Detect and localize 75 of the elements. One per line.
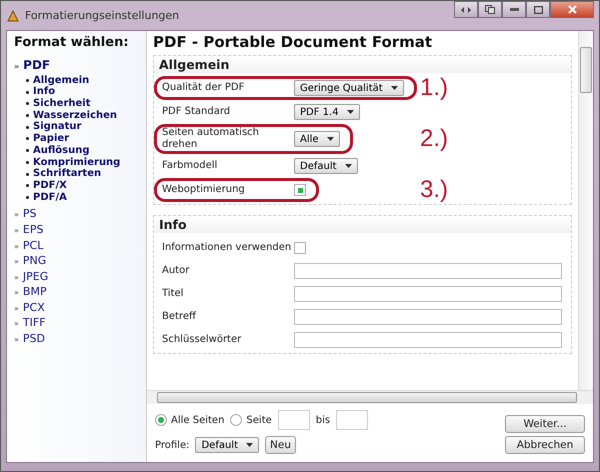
section-link[interactable]: Wasserzeichen: [26, 110, 146, 122]
dropdown[interactable]: Alle: [294, 131, 340, 147]
dropdown[interactable]: Geringe Qualität: [294, 80, 404, 96]
section-link[interactable]: Papier: [26, 133, 146, 145]
horizontal-scrollbar[interactable]: [147, 390, 593, 404]
maximize-button[interactable]: [526, 1, 550, 18]
format-link[interactable]: » PCL: [14, 238, 146, 254]
page-radio[interactable]: Alle Seiten: [155, 414, 224, 426]
setting-label: PDF Standard: [162, 106, 232, 118]
format-title: PDF - Portable Document Format: [153, 33, 434, 51]
format-link[interactable]: » PSD: [14, 332, 146, 348]
minimize-button[interactable]: [502, 1, 526, 18]
section-link[interactable]: PDF/X: [26, 180, 146, 192]
profile-dropdown[interactable]: Default: [195, 437, 260, 453]
input-field[interactable]: [294, 262, 562, 278]
new-button[interactable]: Neu: [265, 436, 296, 454]
format-link[interactable]: » TIFF: [14, 316, 146, 332]
input-field[interactable]: [294, 308, 562, 324]
copy-icon: [485, 5, 495, 14]
to-label: bis: [316, 414, 330, 426]
sidebar-heading: Format wählen:: [14, 35, 130, 50]
caret-icon: [346, 110, 354, 114]
dropdown[interactable]: Default: [294, 158, 358, 174]
page-to-field[interactable]: [336, 410, 368, 430]
format-link[interactable]: » PDF: [14, 58, 146, 75]
format-link[interactable]: » PNG: [14, 254, 146, 270]
section-link[interactable]: Info: [26, 86, 146, 98]
annotation-number: 3.): [420, 178, 450, 202]
format-link[interactable]: » JPEG: [14, 270, 146, 286]
caret-icon: [246, 443, 254, 447]
format-link[interactable]: » PCX: [14, 300, 146, 316]
setting-label: Informationen verwenden: [162, 242, 292, 254]
profile-label: Profile:: [155, 440, 190, 450]
vertical-scrollbar[interactable]: [578, 31, 593, 390]
format-link[interactable]: » BMP: [14, 285, 146, 301]
minimize-icon: [510, 8, 518, 11]
caret-icon: [344, 164, 352, 168]
section-link[interactable]: Sicherheit: [26, 98, 146, 110]
annotation-number: 2.): [420, 127, 450, 151]
checkbox[interactable]: [294, 242, 306, 254]
setting-label: Seiten automatisch drehen: [162, 127, 260, 151]
page-radio[interactable]: Seite: [230, 414, 272, 426]
section-link[interactable]: Schriftarten: [26, 168, 146, 180]
setting-label: Autor: [162, 264, 190, 276]
dialog-button[interactable]: Abbrechen: [505, 436, 585, 454]
section-link[interactable]: PDF/A: [26, 192, 146, 204]
swap-button[interactable]: [454, 1, 478, 18]
maximize-icon: [534, 6, 542, 14]
caret-icon: [326, 137, 334, 141]
close-icon: [568, 5, 576, 14]
setting-label: Betreff: [162, 310, 198, 322]
format-link[interactable]: » EPS: [14, 222, 146, 239]
setting-label: Farbmodell: [162, 160, 218, 172]
section-link[interactable]: Komprimierung: [26, 156, 146, 168]
caret-icon: [390, 86, 398, 90]
dropdown[interactable]: PDF 1.4: [294, 104, 360, 120]
app-icon: [6, 8, 20, 22]
setting-label: Weboptimierung: [162, 184, 246, 196]
input-field[interactable]: [294, 332, 562, 348]
setting-label: Titel: [162, 288, 184, 300]
page-from-field[interactable]: [278, 410, 310, 430]
copy-button[interactable]: [478, 1, 502, 18]
section-link[interactable]: Signatur: [26, 121, 146, 134]
section-link[interactable]: Allgemein: [26, 74, 146, 86]
annotation-number: 1.): [420, 76, 450, 100]
double-arrow-icon: [461, 6, 471, 14]
setting-label: Qualität der PDF: [162, 82, 246, 94]
window-title: Formatierungseinstellungen: [25, 9, 180, 22]
close-button[interactable]: [550, 1, 594, 18]
dialog-button[interactable]: Weiter...: [505, 415, 585, 433]
checkbox[interactable]: [294, 184, 306, 196]
format-link[interactable]: » PS: [14, 207, 146, 223]
setting-label: Schlüsselwörter: [162, 334, 242, 346]
input-field[interactable]: [294, 286, 562, 302]
section-link[interactable]: Auflösung: [26, 144, 146, 157]
